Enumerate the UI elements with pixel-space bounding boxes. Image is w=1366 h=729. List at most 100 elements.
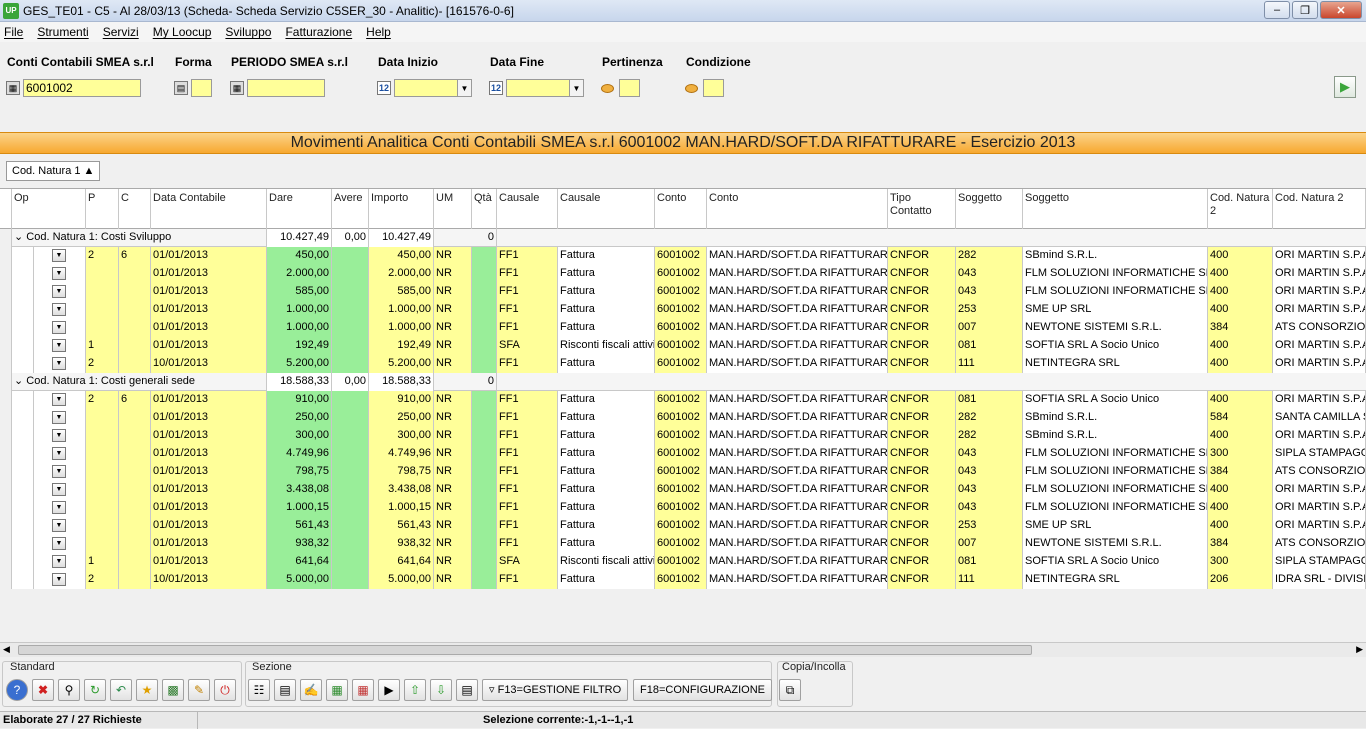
table-cell[interactable]: 01/01/2013 [151,301,267,319]
table-cell[interactable]: SIPLA STAMPAGGI [1273,445,1366,463]
table-cell[interactable] [332,553,369,571]
table-cell[interactable] [332,571,369,589]
chevron-down-icon[interactable]: ▼ [52,339,66,352]
chevron-down-icon[interactable]: ▼ [52,411,66,424]
chevron-down-icon[interactable]: ▼ [52,429,66,442]
table-cell[interactable]: NR [434,301,472,319]
table-cell[interactable]: NETINTEGRA SRL [1023,355,1208,373]
table-cell[interactable]: 400 [1208,499,1273,517]
table-cell[interactable]: NR [434,283,472,301]
table-cell[interactable]: MAN.HARD/SOFT.DA RIFATTURARE [707,499,888,517]
table-cell[interactable]: CNFOR [888,247,956,265]
table-cell[interactable]: FF1 [497,355,558,373]
table-cell[interactable]: 5.000,00 [369,571,434,589]
table-cell[interactable] [332,301,369,319]
table-cell[interactable]: 043 [956,445,1023,463]
table-cell[interactable] [86,463,119,481]
table-cell[interactable]: 641,64 [267,553,332,571]
table-cell[interactable]: FLM SOLUZIONI INFORMATICHE SRL [1023,463,1208,481]
table-cell[interactable] [332,265,369,283]
table-cell[interactable]: ATS CONSORZIO V [1273,319,1366,337]
table-cell[interactable]: NR [434,499,472,517]
table-cell[interactable]: MAN.HARD/SOFT.DA RIFATTURARE [707,409,888,427]
table-row[interactable]: ▼ 01/01/2013 300,00 300,00 NR FF1 Fattura 60010… [0,427,1366,445]
table-cell[interactable]: 1.000,00 [369,301,434,319]
table-cell[interactable]: FF1 [497,247,558,265]
table-cell[interactable]: 384 [1208,463,1273,481]
table-cell[interactable]: MAN.HARD/SOFT.DA RIFATTURARE [707,391,888,409]
table-cell[interactable]: MAN.HARD/SOFT.DA RIFATTURARE [707,535,888,553]
table-cell[interactable]: MAN.HARD/SOFT.DA RIFATTURARE [707,355,888,373]
table-cell[interactable]: 282 [956,427,1023,445]
header-tipo-contatto[interactable]: Tipo Contatto [888,189,956,229]
group-label[interactable]: ⌄ Cod. Natura 1: Costi generali sede [12,373,267,391]
table-cell[interactable]: Fattura [558,535,655,553]
table-cell[interactable]: 10/01/2013 [151,355,267,373]
table-cell[interactable] [472,355,497,373]
table-cell[interactable]: FF1 [497,535,558,553]
table-cell[interactable]: SFA [497,553,558,571]
table-cell[interactable]: SME UP SRL [1023,301,1208,319]
table-row[interactable]: ▼ 01/01/2013 1.000,00 1.000,00 NR FF1 Fattura 6… [0,301,1366,319]
table-cell[interactable]: FF1 [497,283,558,301]
table-cell[interactable]: 6001002 [655,337,707,355]
table-cell[interactable]: 111 [956,571,1023,589]
table-cell[interactable]: 192,49 [267,337,332,355]
table-cell[interactable]: 641,64 [369,553,434,571]
table-cell[interactable]: FF1 [497,517,558,535]
table-cell[interactable]: 6001002 [655,301,707,319]
refresh-icon[interactable]: ↻ [84,679,106,701]
table-cell[interactable]: 250,00 [267,409,332,427]
table-cell[interactable] [472,319,497,337]
document-icon[interactable]: ✍ [300,679,322,701]
table-cell[interactable]: NR [434,481,472,499]
table-cell[interactable]: Fattura [558,499,655,517]
table-cell[interactable]: 400 [1208,481,1273,499]
table-cell[interactable]: 282 [956,409,1023,427]
op-cell[interactable]: ▼ [34,463,86,481]
table-cell[interactable]: 10/01/2013 [151,571,267,589]
header-qta[interactable]: Qtà [472,189,497,229]
table-cell[interactable]: MAN.HARD/SOFT.DA RIFATTURARE [707,427,888,445]
table-cell[interactable]: 5.200,00 [267,355,332,373]
table-cell[interactable] [86,499,119,517]
table-cell[interactable]: Fattura [558,355,655,373]
table-cell[interactable]: 01/01/2013 [151,319,267,337]
table-cell[interactable]: 910,00 [267,391,332,409]
table-cell[interactable]: CNFOR [888,283,956,301]
table-cell[interactable]: NETINTEGRA SRL [1023,571,1208,589]
chevron-down-icon[interactable]: ▼ [52,357,66,370]
table-cell[interactable] [472,337,497,355]
table-cell[interactable]: NEWTONE SISTEMI S.R.L. [1023,319,1208,337]
table-cell[interactable]: ATS CONSORZIO V [1273,535,1366,553]
table-cell[interactable]: FF1 [497,319,558,337]
table-cell[interactable] [119,319,151,337]
table-cell[interactable]: 01/01/2013 [151,391,267,409]
chevron-down-icon[interactable]: ▼ [52,555,66,568]
table-cell[interactable]: 585,00 [369,283,434,301]
scroll-right-icon[interactable]: ▶ [1356,644,1363,655]
table-cell[interactable]: 1.000,00 [267,319,332,337]
table-cell[interactable]: 043 [956,499,1023,517]
table-cell[interactable]: 01/01/2013 [151,409,267,427]
op-cell[interactable]: ▼ [34,391,86,409]
table-row[interactable]: ▼ 01/01/2013 4.749,96 4.749,96 NR FF1 Fattura 6… [0,445,1366,463]
table-cell[interactable] [332,319,369,337]
table-cell[interactable]: NR [434,319,472,337]
table-cell[interactable]: 081 [956,337,1023,355]
table-cell[interactable]: 043 [956,481,1023,499]
collapse-icon[interactable]: ⌄ [14,375,23,387]
table-cell[interactable]: Fattura [558,283,655,301]
arrow-down-icon[interactable]: ⇩ [430,679,452,701]
table-cell[interactable]: 910,00 [369,391,434,409]
table-cell[interactable]: Fattura [558,427,655,445]
op-cell[interactable]: ▼ [34,409,86,427]
table-cell[interactable]: 1.000,15 [369,499,434,517]
menu-fatturazione[interactable]: Fatturazione [285,25,352,39]
table-cell[interactable]: 6001002 [655,553,707,571]
table-cell[interactable]: Fattura [558,391,655,409]
table-cell[interactable]: 253 [956,517,1023,535]
table-cell[interactable]: 300 [1208,445,1273,463]
table-cell[interactable] [472,463,497,481]
table-cell[interactable]: 01/01/2013 [151,265,267,283]
